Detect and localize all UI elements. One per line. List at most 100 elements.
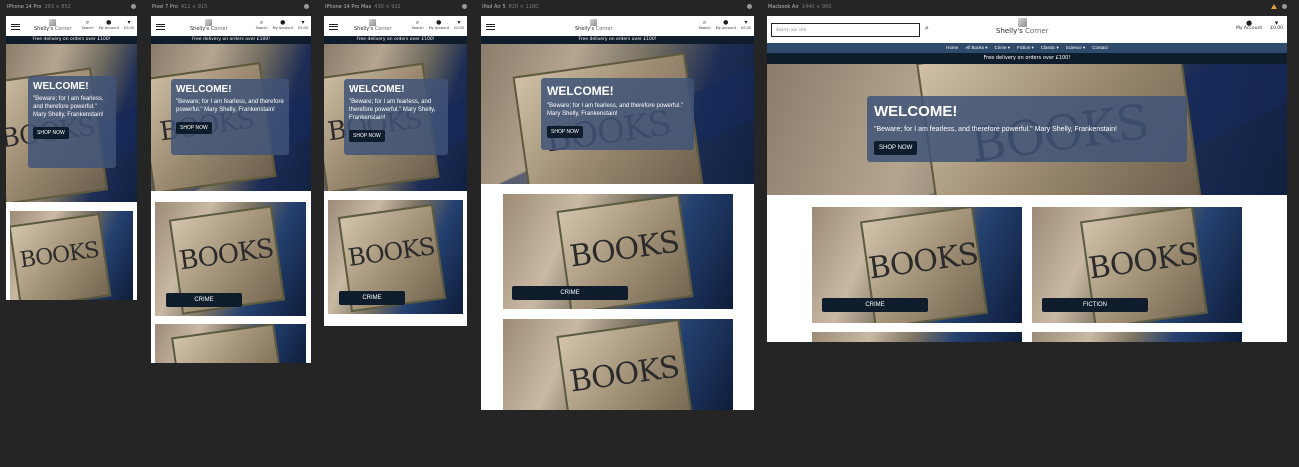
logo-book-icon bbox=[590, 19, 598, 26]
nav-home[interactable]: Home bbox=[946, 43, 958, 53]
delivery-banner: Free delivery on orders over £100! bbox=[481, 36, 754, 44]
logo-book-icon bbox=[49, 19, 57, 26]
nav-contact[interactable]: Contact bbox=[1092, 43, 1108, 53]
device-label-macbookair: Macbook Air 1440 × 900 bbox=[768, 4, 832, 10]
welcome-box: WELCOME! "Beware; for I am fearless, and… bbox=[171, 79, 289, 155]
account-button[interactable]: ● My Account bbox=[1236, 20, 1262, 31]
hero-title: WELCOME! bbox=[349, 84, 405, 95]
category-button-crime[interactable]: CRIME bbox=[512, 286, 628, 300]
nav-all-books[interactable]: All Books ▾ bbox=[965, 43, 987, 53]
device-frame-ipadair5: Shelly's Corner ⌕ Search ● My Account ▾ £0.… bbox=[481, 16, 754, 410]
settings-icon[interactable] bbox=[1282, 4, 1287, 9]
basket-icon: ▾ bbox=[301, 19, 305, 26]
welcome-box: WELCOME! "Beware; for I am fearless, and… bbox=[867, 96, 1187, 162]
books-sign-image: BOOKS bbox=[556, 319, 694, 410]
account-button[interactable]: ● My Account bbox=[716, 19, 736, 30]
welcome-box: WELCOME! "Beware; for I am fearless, and… bbox=[28, 76, 116, 168]
nav-classic[interactable]: Classic ▾ bbox=[1041, 43, 1059, 53]
category-card[interactable]: BOOKS bbox=[10, 211, 133, 300]
delivery-banner: Free delivery on orders over £100! bbox=[767, 53, 1287, 64]
category-card-crime[interactable]: BOOKS CRIME bbox=[328, 200, 463, 314]
delivery-banner: Free delivery on orders over £100! bbox=[6, 36, 137, 44]
shop-now-button[interactable]: SHOP NOW bbox=[33, 127, 69, 139]
search-button[interactable]: ⌕ Search bbox=[256, 19, 268, 30]
logo-book-icon bbox=[205, 19, 213, 26]
search-input[interactable]: Search our site bbox=[771, 23, 920, 37]
books-sign-image: BOOKS bbox=[10, 213, 112, 300]
site-header: Shelly's Corner ⌕ Search ● My Account ▾ £0.… bbox=[324, 16, 467, 36]
nav-crime[interactable]: Crime ▾ bbox=[994, 43, 1010, 53]
search-button[interactable]: ⌕ Search bbox=[412, 19, 424, 30]
settings-icon[interactable] bbox=[304, 4, 309, 9]
category-card[interactable] bbox=[1032, 332, 1242, 342]
basket-button[interactable]: ▾ £0.00 bbox=[298, 19, 308, 30]
welcome-box: WELCOME! "Beware; for I am fearless, and… bbox=[541, 78, 694, 150]
logo-book-icon bbox=[1017, 18, 1027, 27]
settings-icon[interactable] bbox=[747, 4, 752, 9]
basket-icon: ▾ bbox=[457, 19, 461, 26]
menu-icon[interactable] bbox=[329, 22, 338, 31]
site-logo[interactable]: Shelly's Corner bbox=[996, 18, 1049, 36]
hero-banner: BOOKS WELCOME! "Beware; for I am fearles… bbox=[767, 64, 1287, 195]
basket-button[interactable]: ▾ £0.00 bbox=[454, 19, 464, 30]
account-icon: ● bbox=[106, 19, 112, 26]
device-label-iphone14pro: iPhone 14 Pro 393 × 852 bbox=[7, 4, 71, 10]
category-card-crime[interactable]: BOOKS CRIME bbox=[812, 207, 1022, 323]
settings-icon[interactable] bbox=[131, 4, 136, 9]
logo-book-icon bbox=[369, 19, 377, 26]
hero-title: WELCOME! bbox=[874, 103, 958, 120]
shop-now-button[interactable]: SHOP NOW bbox=[349, 130, 385, 142]
category-button-crime[interactable]: CRIME bbox=[822, 298, 928, 312]
category-button-crime[interactable]: CRIME bbox=[166, 293, 242, 307]
hero-title: WELCOME! bbox=[33, 81, 89, 92]
nav-science[interactable]: Science ▾ bbox=[1066, 43, 1086, 53]
hero-banner: BOOKS WELCOME! "Beware; for I am fearles… bbox=[6, 44, 137, 202]
shop-now-button[interactable]: SHOP NOW bbox=[547, 126, 583, 138]
search-button[interactable]: ⌕ Search bbox=[699, 19, 711, 30]
delivery-banner: Free delivery on orders over £100! bbox=[324, 36, 467, 44]
category-card-crime[interactable]: BOOKS CRIME bbox=[503, 194, 733, 309]
basket-button[interactable]: ▾ £0.00 bbox=[1270, 20, 1283, 31]
basket-button[interactable]: ▾ £0.00 bbox=[124, 19, 134, 30]
shop-now-button[interactable]: SHOP NOW bbox=[176, 122, 212, 134]
settings-icon[interactable] bbox=[462, 4, 467, 9]
category-card[interactable] bbox=[155, 324, 306, 363]
search-icon: ⌕ bbox=[259, 19, 264, 26]
device-frame-iphone14pro: Shelly's Corner ⌕ Search ● My Account ▾ £0.… bbox=[6, 16, 137, 300]
menu-icon[interactable] bbox=[11, 22, 20, 31]
hero-banner: BOOKS WELCOME! "Beware; for I am fearles… bbox=[481, 44, 754, 184]
hero-quote: "Beware; for I am fearless, and therefor… bbox=[547, 103, 683, 117]
hero-title: WELCOME! bbox=[176, 84, 232, 95]
search-icon: ⌕ bbox=[415, 19, 420, 26]
menu-icon[interactable] bbox=[486, 22, 495, 31]
search-button[interactable]: ⌕ Search bbox=[82, 19, 94, 30]
hero-quote: "Beware; for I am fearless, and therefor… bbox=[33, 96, 104, 118]
account-icon: ● bbox=[280, 19, 286, 26]
category-button-crime[interactable]: CRIME bbox=[339, 291, 405, 305]
account-button[interactable]: ● My Account bbox=[429, 19, 449, 30]
nav-fiction[interactable]: Fiction ▾ bbox=[1017, 43, 1034, 53]
hero-quote: "Beware; for I am fearless, and therefor… bbox=[874, 126, 1117, 133]
search-icon[interactable]: ⌕ bbox=[925, 24, 929, 33]
account-button[interactable]: ● My Account bbox=[99, 19, 119, 30]
shop-now-button[interactable]: SHOP NOW bbox=[874, 141, 918, 155]
category-card-fiction[interactable]: BOOKS FICTION bbox=[1032, 207, 1242, 323]
site-logo[interactable]: Shelly's Corner bbox=[354, 19, 392, 32]
basket-button[interactable]: ▾ £0.00 bbox=[741, 19, 751, 30]
main-nav: Home All Books ▾ Crime ▾ Fiction ▾ Class… bbox=[767, 43, 1287, 53]
site-header: Shelly's Corner ⌕ Search ● My Account ▾ £0.… bbox=[6, 16, 137, 36]
site-logo[interactable]: Shelly's Corner bbox=[575, 19, 613, 32]
category-card[interactable] bbox=[812, 332, 1022, 342]
category-card[interactable]: BOOKS bbox=[503, 319, 733, 410]
site-logo[interactable]: Shelly's Corner bbox=[34, 19, 72, 32]
menu-icon[interactable] bbox=[156, 22, 165, 31]
account-icon: ● bbox=[436, 19, 442, 26]
hero-quote: "Beware; for I am fearless, and therefor… bbox=[349, 99, 436, 121]
site-logo[interactable]: Shelly's Corner bbox=[190, 19, 228, 32]
account-button[interactable]: ● My Account bbox=[273, 19, 293, 30]
warning-icon[interactable] bbox=[1271, 4, 1277, 9]
category-button-fiction[interactable]: FICTION bbox=[1042, 298, 1148, 312]
device-frame-iphone14promax: Shelly's Corner ⌕ Search ● My Account ▾ £0.… bbox=[324, 16, 467, 326]
category-card-crime[interactable]: BOOKS CRIME bbox=[155, 202, 306, 316]
device-label-pixel7pro: Pixel 7 Pro 412 × 915 bbox=[152, 4, 208, 10]
